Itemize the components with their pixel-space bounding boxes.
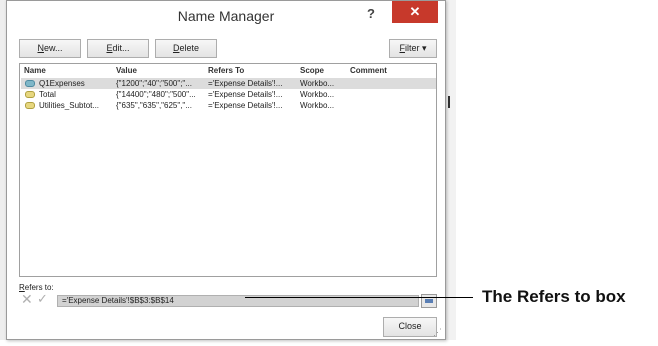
names-list[interactable]: Name Value Refers To Scope Comment Q1Exp… xyxy=(19,63,437,277)
defined-name-icon xyxy=(25,91,35,98)
row-refers-to: ='Expense Details'!... xyxy=(208,90,283,99)
list-row[interactable]: Total {"14400";"480";"500"... ='Expense … xyxy=(21,89,436,100)
delete-label: elete xyxy=(179,43,200,53)
column-header-comment[interactable]: Comment xyxy=(350,66,387,75)
list-row[interactable]: Utilities_Subtot... {"635","635","625","… xyxy=(21,100,436,111)
row-refers-to: ='Expense Details'!... xyxy=(208,79,283,88)
resize-grip-icon[interactable]: ⋰ xyxy=(433,327,442,338)
row-refers-to: ='Expense Details'!... xyxy=(208,101,283,110)
filter-label: ilter ▾ xyxy=(404,43,427,53)
confirm-icon[interactable]: ✓ xyxy=(37,291,48,307)
column-header-scope[interactable]: Scope xyxy=(300,66,324,75)
callout-line xyxy=(245,297,473,298)
background-divider xyxy=(448,96,450,108)
dialog-title: Name Manager xyxy=(177,8,275,24)
row-scope: Workbo... xyxy=(300,79,335,88)
callout-label: The Refers to box xyxy=(482,287,626,306)
row-name: Q1Expenses xyxy=(39,79,85,88)
row-value: {"635","635","625","... xyxy=(116,101,192,110)
row-name: Total xyxy=(39,90,56,99)
edit-button[interactable]: Edit... xyxy=(87,39,149,58)
list-row[interactable]: Q1Expenses {"1200";"40";"500";"... ='Exp… xyxy=(21,78,436,89)
background-strip xyxy=(446,0,456,340)
row-value: {"14400";"480";"500"... xyxy=(116,90,196,99)
filter-button[interactable]: Filter ▾ xyxy=(389,39,437,58)
row-scope: Workbo... xyxy=(300,90,335,99)
name-manager-dialog: Name Manager ? ✕ New... Edit... Delete F… xyxy=(6,0,446,340)
help-icon[interactable]: ? xyxy=(367,6,375,21)
column-header-refers-to[interactable]: Refers To xyxy=(208,66,244,75)
row-scope: Workbo... xyxy=(300,101,335,110)
edit-label: dit... xyxy=(112,43,130,53)
row-name: Utilities_Subtot... xyxy=(39,101,100,110)
close-window-button[interactable]: ✕ xyxy=(392,1,438,23)
new-label: ew... xyxy=(43,43,63,53)
close-button[interactable]: Close xyxy=(383,317,437,337)
new-button[interactable]: New... xyxy=(19,39,81,58)
title-bar: Name Manager ? ✕ xyxy=(7,1,445,31)
column-header-value[interactable]: Value xyxy=(116,66,137,75)
row-value: {"1200";"40";"500";"... xyxy=(116,79,192,88)
column-header-name[interactable]: Name xyxy=(24,66,46,75)
delete-button[interactable]: Delete xyxy=(155,39,217,58)
defined-name-icon xyxy=(25,102,35,109)
defined-name-icon xyxy=(25,80,35,87)
cancel-icon[interactable]: ✕ xyxy=(21,291,33,308)
